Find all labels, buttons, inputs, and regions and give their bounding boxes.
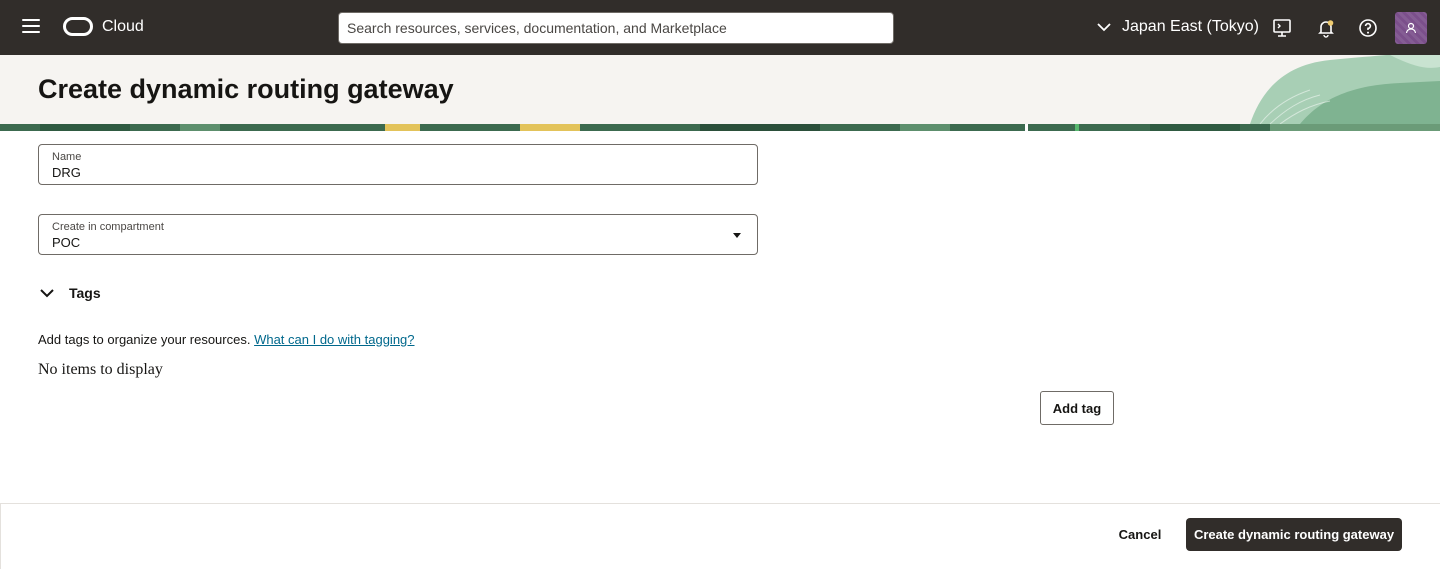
name-field[interactable]: Name bbox=[38, 144, 758, 185]
tags-description-text: Add tags to organize your resources. bbox=[38, 332, 251, 347]
create-drg-button[interactable]: Create dynamic routing gateway bbox=[1186, 518, 1402, 551]
cancel-button[interactable]: Cancel bbox=[1111, 518, 1169, 551]
empty-tags-message: No items to display bbox=[38, 361, 163, 378]
page-header: Create dynamic routing gateway bbox=[0, 55, 1440, 124]
compartment-select[interactable]: Create in compartment POC bbox=[38, 214, 758, 255]
user-avatar[interactable] bbox=[1395, 12, 1427, 44]
tags-section-label: Tags bbox=[69, 285, 101, 301]
compartment-selected-value: POC bbox=[52, 235, 81, 250]
region-selector[interactable]: Japan East (Tokyo) bbox=[1096, 18, 1259, 36]
decorative-header-art bbox=[1250, 55, 1440, 124]
dropdown-caret-icon bbox=[733, 233, 741, 238]
notifications-bell-icon[interactable] bbox=[1315, 17, 1337, 39]
region-label: Japan East (Tokyo) bbox=[1122, 18, 1259, 35]
oracle-logo[interactable] bbox=[63, 17, 93, 36]
form-footer: Cancel Create dynamic routing gateway bbox=[0, 503, 1440, 569]
tags-description: Add tags to organize your resources. Wha… bbox=[38, 332, 415, 347]
tags-section-toggle[interactable]: Tags bbox=[38, 284, 101, 302]
chevron-down-icon bbox=[40, 289, 54, 298]
tagging-help-link[interactable]: What can I do with tagging? bbox=[254, 332, 414, 347]
top-navigation-bar: Cloud Japan East (Tokyo) bbox=[0, 0, 1440, 55]
name-field-label: Name bbox=[52, 151, 82, 163]
add-tag-button[interactable]: Add tag bbox=[1040, 391, 1114, 425]
decorative-band bbox=[0, 124, 1440, 131]
help-icon[interactable] bbox=[1357, 17, 1379, 39]
brand-name[interactable]: Cloud bbox=[102, 18, 144, 36]
user-icon bbox=[1405, 22, 1417, 34]
cloud-shell-icon[interactable] bbox=[1271, 17, 1293, 39]
name-input[interactable] bbox=[52, 165, 732, 180]
chevron-down-icon bbox=[1097, 23, 1111, 32]
hamburger-menu-icon[interactable] bbox=[22, 19, 40, 35]
page-title: Create dynamic routing gateway bbox=[38, 74, 454, 104]
search-input[interactable] bbox=[338, 12, 894, 44]
compartment-field-label: Create in compartment bbox=[52, 221, 164, 233]
